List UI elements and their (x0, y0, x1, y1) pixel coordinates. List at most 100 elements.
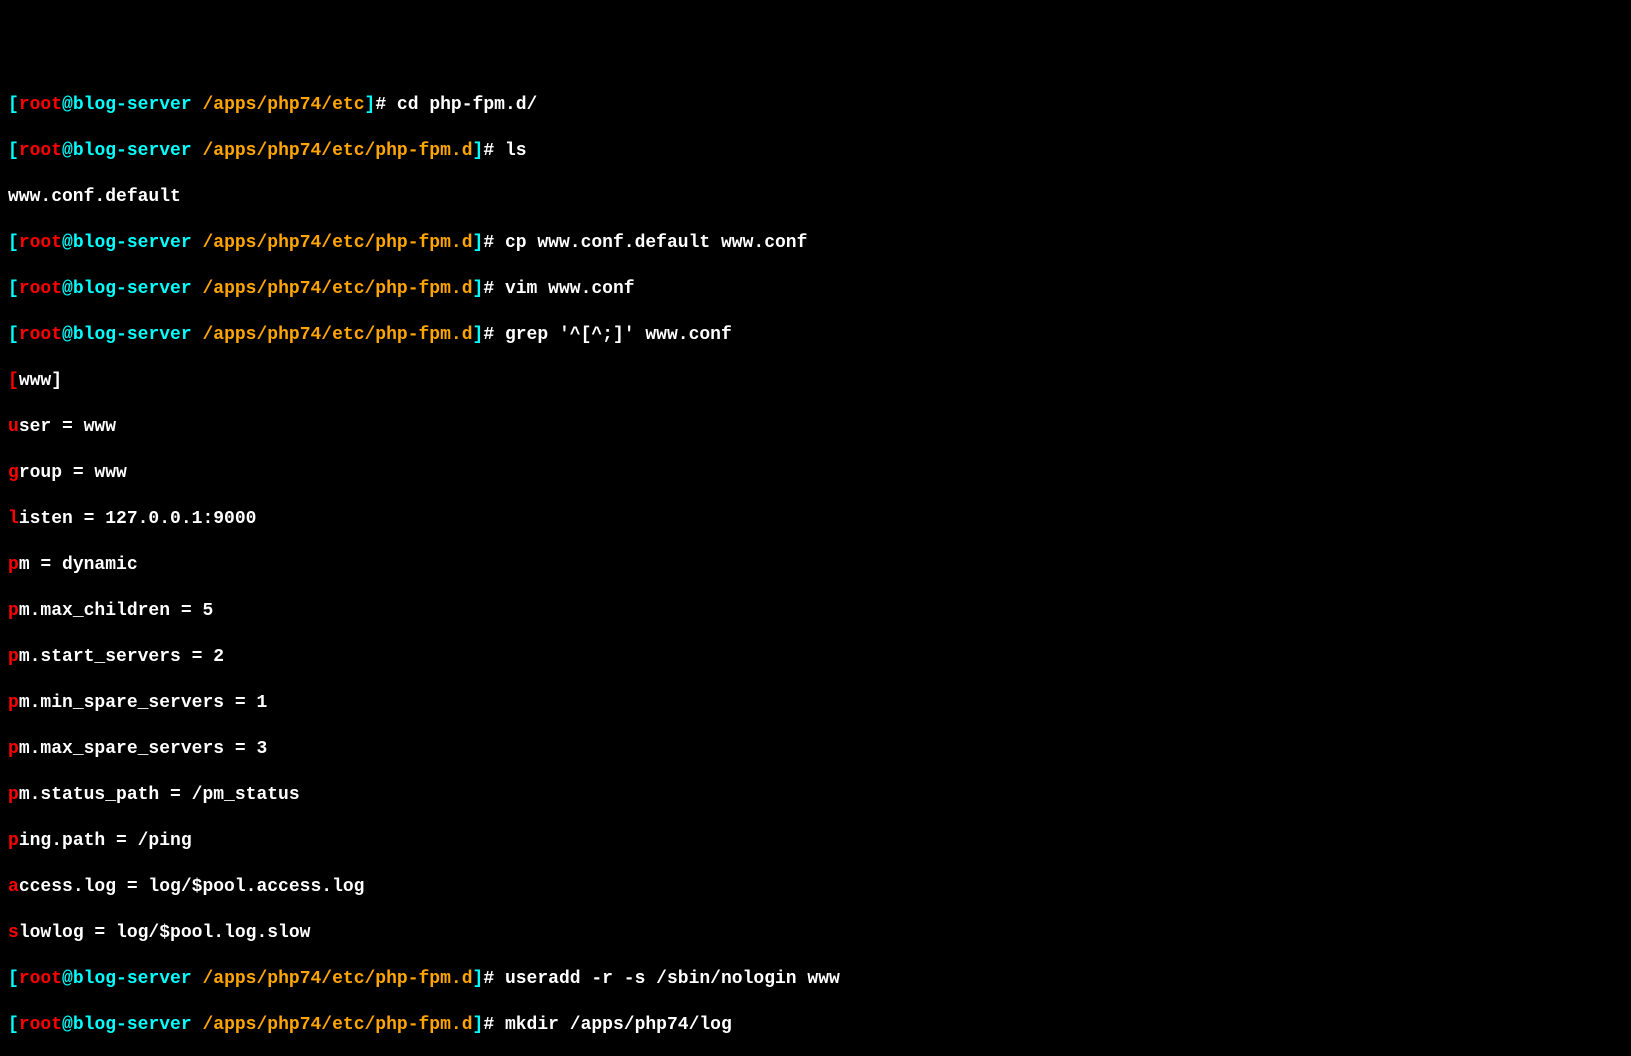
prompt-hash: # (483, 233, 505, 253)
grep-hl: p (8, 647, 19, 667)
grep-output-max-spare: pm.max_spare_servers = 3 (8, 738, 1623, 761)
command-useradd[interactable]: useradd -r -s /sbin/nologin www (505, 969, 840, 989)
grep-hl: p (8, 831, 19, 851)
prompt-path: /apps/php74/etc/php-fpm.d (192, 1015, 473, 1035)
command-cd[interactable]: cd php-fpm.d/ (397, 95, 537, 115)
bracket-close: ] (473, 325, 484, 345)
prompt-at: @ (62, 969, 73, 989)
prompt-at: @ (62, 95, 73, 115)
grep-rest: m.status_path = /pm_status (19, 785, 300, 805)
prompt-host: blog-server (73, 233, 192, 253)
bracket-open: [ (8, 95, 19, 115)
prompt-user: root (19, 325, 62, 345)
grep-hl: a (8, 877, 19, 897)
prompt-line-7: [root@blog-server /apps/php74/etc/php-fp… (8, 1014, 1623, 1037)
prompt-host: blog-server (73, 1015, 192, 1035)
grep-output-ping: ping.path = /ping (8, 830, 1623, 853)
bracket-open: [ (8, 279, 19, 299)
prompt-user: root (19, 1015, 62, 1035)
prompt-host: blog-server (73, 279, 192, 299)
prompt-hash: # (483, 325, 505, 345)
prompt-line-2: [root@blog-server /apps/php74/etc/php-fp… (8, 140, 1623, 163)
grep-rest: m = dynamic (19, 555, 138, 575)
grep-rest: m.start_servers = 2 (19, 647, 224, 667)
grep-output-group: group = www (8, 462, 1623, 485)
command-mkdir[interactable]: mkdir /apps/php74/log (505, 1015, 732, 1035)
grep-output-max-children: pm.max_children = 5 (8, 600, 1623, 623)
grep-output-access: access.log = log/$pool.access.log (8, 876, 1623, 899)
prompt-hash: # (483, 969, 505, 989)
grep-hl: l (8, 509, 19, 529)
prompt-line-6: [root@blog-server /apps/php74/etc/php-fp… (8, 968, 1623, 991)
prompt-host: blog-server (73, 969, 192, 989)
grep-hl: u (8, 417, 19, 437)
grep-rest: roup = www (19, 463, 127, 483)
bracket-close: ] (473, 141, 484, 161)
command-grep[interactable]: grep '^[^;]' www.conf (505, 325, 732, 345)
prompt-host: blog-server (73, 95, 192, 115)
prompt-user: root (19, 233, 62, 253)
grep-rest: isten = 127.0.0.1:9000 (19, 509, 257, 529)
grep-output-user: user = www (8, 416, 1623, 439)
prompt-user: root (19, 141, 62, 161)
prompt-host: blog-server (73, 325, 192, 345)
grep-output-start-servers: pm.start_servers = 2 (8, 646, 1623, 669)
grep-rest: m.max_spare_servers = 3 (19, 739, 267, 759)
prompt-user: root (19, 95, 62, 115)
grep-rest: ccess.log = log/$pool.access.log (19, 877, 365, 897)
ls-output: www.conf.default (8, 186, 1623, 209)
prompt-hash: # (483, 279, 505, 299)
bracket-close: ] (473, 969, 484, 989)
bracket-open: [ (8, 969, 19, 989)
grep-rest: ing.path = /ping (19, 831, 192, 851)
prompt-host: blog-server (73, 141, 192, 161)
grep-hl: s (8, 923, 19, 943)
prompt-hash: # (483, 141, 505, 161)
grep-hl: g (8, 463, 19, 483)
prompt-at: @ (62, 279, 73, 299)
prompt-line-1: [root@blog-server /apps/php74/etc]# cd p… (8, 94, 1623, 117)
prompt-line-4: [root@blog-server /apps/php74/etc/php-fp… (8, 278, 1623, 301)
prompt-user: root (19, 969, 62, 989)
prompt-hash: # (375, 95, 397, 115)
command-ls[interactable]: ls (505, 141, 527, 161)
bracket-close: ] (365, 95, 376, 115)
prompt-at: @ (62, 1015, 73, 1035)
prompt-at: @ (62, 325, 73, 345)
grep-hl: p (8, 785, 19, 805)
grep-hl: p (8, 693, 19, 713)
grep-output-slowlog: slowlog = log/$pool.log.slow (8, 922, 1623, 945)
bracket-open: [ (8, 233, 19, 253)
prompt-line-5: [root@blog-server /apps/php74/etc/php-fp… (8, 324, 1623, 347)
bracket-open: [ (8, 1015, 19, 1035)
grep-rest: lowlog = log/$pool.log.slow (19, 923, 311, 943)
prompt-path: /apps/php74/etc/php-fpm.d (192, 141, 473, 161)
command-cp[interactable]: cp www.conf.default www.conf (505, 233, 807, 253)
command-vim[interactable]: vim www.conf (505, 279, 635, 299)
bracket-open: [ (8, 325, 19, 345)
bracket-close: ] (473, 279, 484, 299)
grep-rest: ser = www (19, 417, 116, 437)
grep-rest: www] (19, 371, 62, 391)
grep-hl: p (8, 555, 19, 575)
grep-hl: [ (8, 371, 19, 391)
grep-hl: p (8, 739, 19, 759)
grep-output-min-spare: pm.min_spare_servers = 1 (8, 692, 1623, 715)
bracket-close: ] (473, 233, 484, 253)
prompt-path: /apps/php74/etc/php-fpm.d (192, 969, 473, 989)
prompt-path: /apps/php74/etc/php-fpm.d (192, 279, 473, 299)
grep-rest: m.max_children = 5 (19, 601, 213, 621)
prompt-line-3: [root@blog-server /apps/php74/etc/php-fp… (8, 232, 1623, 255)
grep-output-www: [www] (8, 370, 1623, 393)
prompt-path: /apps/php74/etc (192, 95, 365, 115)
prompt-path: /apps/php74/etc/php-fpm.d (192, 325, 473, 345)
grep-output-status-path: pm.status_path = /pm_status (8, 784, 1623, 807)
grep-output-pm: pm = dynamic (8, 554, 1623, 577)
prompt-user: root (19, 279, 62, 299)
grep-rest: m.min_spare_servers = 1 (19, 693, 267, 713)
prompt-path: /apps/php74/etc/php-fpm.d (192, 233, 473, 253)
bracket-close: ] (473, 1015, 484, 1035)
bracket-open: [ (8, 141, 19, 161)
grep-hl: p (8, 601, 19, 621)
prompt-hash: # (483, 1015, 505, 1035)
